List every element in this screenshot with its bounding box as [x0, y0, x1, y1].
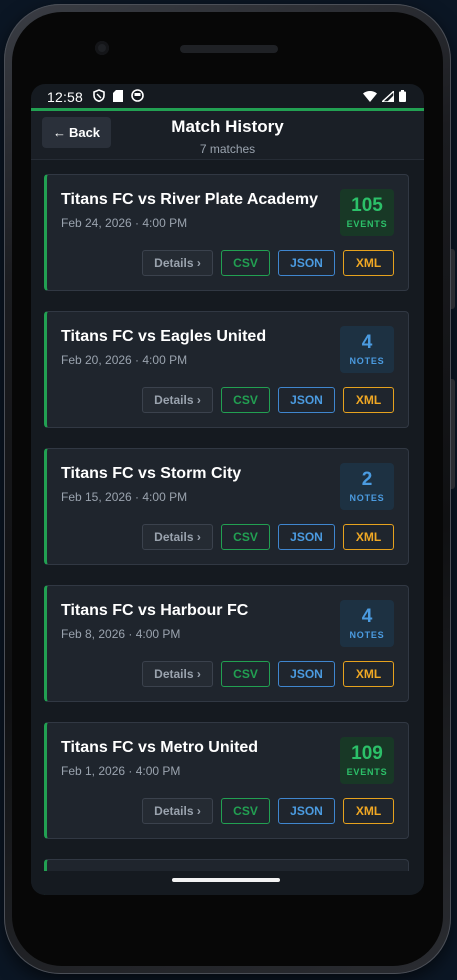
export-csv-button[interactable]: CSV: [221, 387, 270, 413]
badge-count: 4: [361, 606, 373, 627]
sd-card-icon: [113, 89, 123, 102]
wifi-icon: [363, 90, 377, 102]
export-xml-button[interactable]: XML: [343, 798, 394, 824]
events-badge: 109 EVENTS: [340, 737, 394, 784]
badge-label: NOTES: [349, 630, 385, 640]
export-json-button[interactable]: JSON: [278, 250, 335, 276]
match-title: Titans FC vs River Plate Academy: [61, 191, 318, 208]
card-actions: Details › CSV JSON XML: [142, 798, 394, 824]
export-csv-button[interactable]: CSV: [221, 798, 270, 824]
badge-label: EVENTS: [346, 219, 388, 229]
notes-badge: 4 NOTES: [340, 600, 394, 647]
card-actions: Details › CSV JSON XML: [142, 524, 394, 550]
badge-label: EVENTS: [346, 767, 388, 777]
details-button[interactable]: Details ›: [142, 250, 213, 276]
match-date: Feb 8, 2026 · 4:00 PM: [61, 627, 181, 641]
front-camera: [95, 41, 109, 55]
cell-signal-icon: [382, 90, 394, 102]
export-xml-button[interactable]: XML: [343, 387, 394, 413]
export-csv-button[interactable]: CSV: [221, 661, 270, 687]
volume-button: [451, 249, 455, 309]
card-actions: Details › CSV JSON XML: [142, 387, 394, 413]
match-date: Feb 24, 2026 · 4:00 PM: [61, 216, 188, 230]
battery-icon: [399, 90, 406, 102]
export-json-button[interactable]: JSON: [278, 798, 335, 824]
export-csv-button[interactable]: CSV: [221, 524, 270, 550]
match-title: Titans FC vs Eagles United: [61, 328, 267, 345]
match-title: Titans FC vs Harbour FC: [61, 602, 249, 619]
match-card[interactable]: Titans FC vs Storm City Feb 15, 2026 · 4…: [44, 448, 409, 565]
badge-count: 105: [351, 195, 383, 216]
page-title: Match History: [171, 117, 284, 136]
match-title: Titans FC vs Metro United: [61, 739, 259, 756]
match-card[interactable]: Titans FC vs Eagles United Feb 20, 2026 …: [44, 311, 409, 428]
status-right-icons: [363, 90, 406, 102]
export-json-button[interactable]: JSON: [278, 661, 335, 687]
page-subtitle: 7 matches: [199, 142, 256, 156]
export-xml-button[interactable]: XML: [343, 250, 394, 276]
home-indicator[interactable]: [172, 878, 280, 882]
earpiece-speaker: [180, 45, 278, 53]
badge-label: NOTES: [349, 493, 385, 503]
match-card[interactable]: Titans FC vs River Plate Academy Feb 24,…: [44, 174, 409, 291]
notes-badge: 4 NOTES: [340, 326, 394, 373]
navigation-bar: [31, 871, 424, 895]
badge-label: NOTES: [349, 356, 385, 366]
screen: 12:58 ← Back Match History 7 matches Tit…: [31, 84, 424, 895]
details-button[interactable]: Details ›: [142, 524, 213, 550]
export-xml-button[interactable]: XML: [343, 661, 394, 687]
card-actions: Details › CSV JSON XML: [142, 661, 394, 687]
app-header: ← Back Match History 7 matches: [31, 111, 424, 160]
badge-count: 2: [361, 469, 373, 490]
events-badge: 105 EVENTS: [340, 189, 394, 236]
match-card[interactable]: Titans FC vs Harbour FC Feb 8, 2026 · 4:…: [44, 585, 409, 702]
status-left-icons: [93, 89, 144, 102]
details-button[interactable]: Details ›: [142, 661, 213, 687]
details-button[interactable]: Details ›: [142, 387, 213, 413]
power-button: [451, 379, 455, 489]
match-date: Feb 15, 2026 · 4:00 PM: [61, 490, 188, 504]
match-title: Titans FC vs Storm City: [61, 465, 242, 482]
card-actions: Details › CSV JSON XML: [142, 250, 394, 276]
export-xml-button[interactable]: XML: [343, 524, 394, 550]
details-button[interactable]: Details ›: [142, 798, 213, 824]
match-card[interactable]: Titans FC vs Metro United Feb 1, 2026 · …: [44, 722, 409, 839]
match-date: Feb 1, 2026 · 4:00 PM: [61, 764, 181, 778]
status-bar: 12:58: [31, 84, 424, 108]
match-list[interactable]: Titans FC vs River Plate Academy Feb 24,…: [31, 160, 424, 895]
match-date: Feb 20, 2026 · 4:00 PM: [61, 353, 188, 367]
export-json-button[interactable]: JSON: [278, 387, 335, 413]
app-notification-icon: [131, 89, 144, 102]
export-json-button[interactable]: JSON: [278, 524, 335, 550]
status-time: 12:58: [47, 89, 84, 105]
badge-count: 4: [361, 332, 373, 353]
shield-icon: [93, 89, 105, 102]
badge-count: 109: [351, 743, 383, 764]
notes-badge: 2 NOTES: [340, 463, 394, 510]
export-csv-button[interactable]: CSV: [221, 250, 270, 276]
